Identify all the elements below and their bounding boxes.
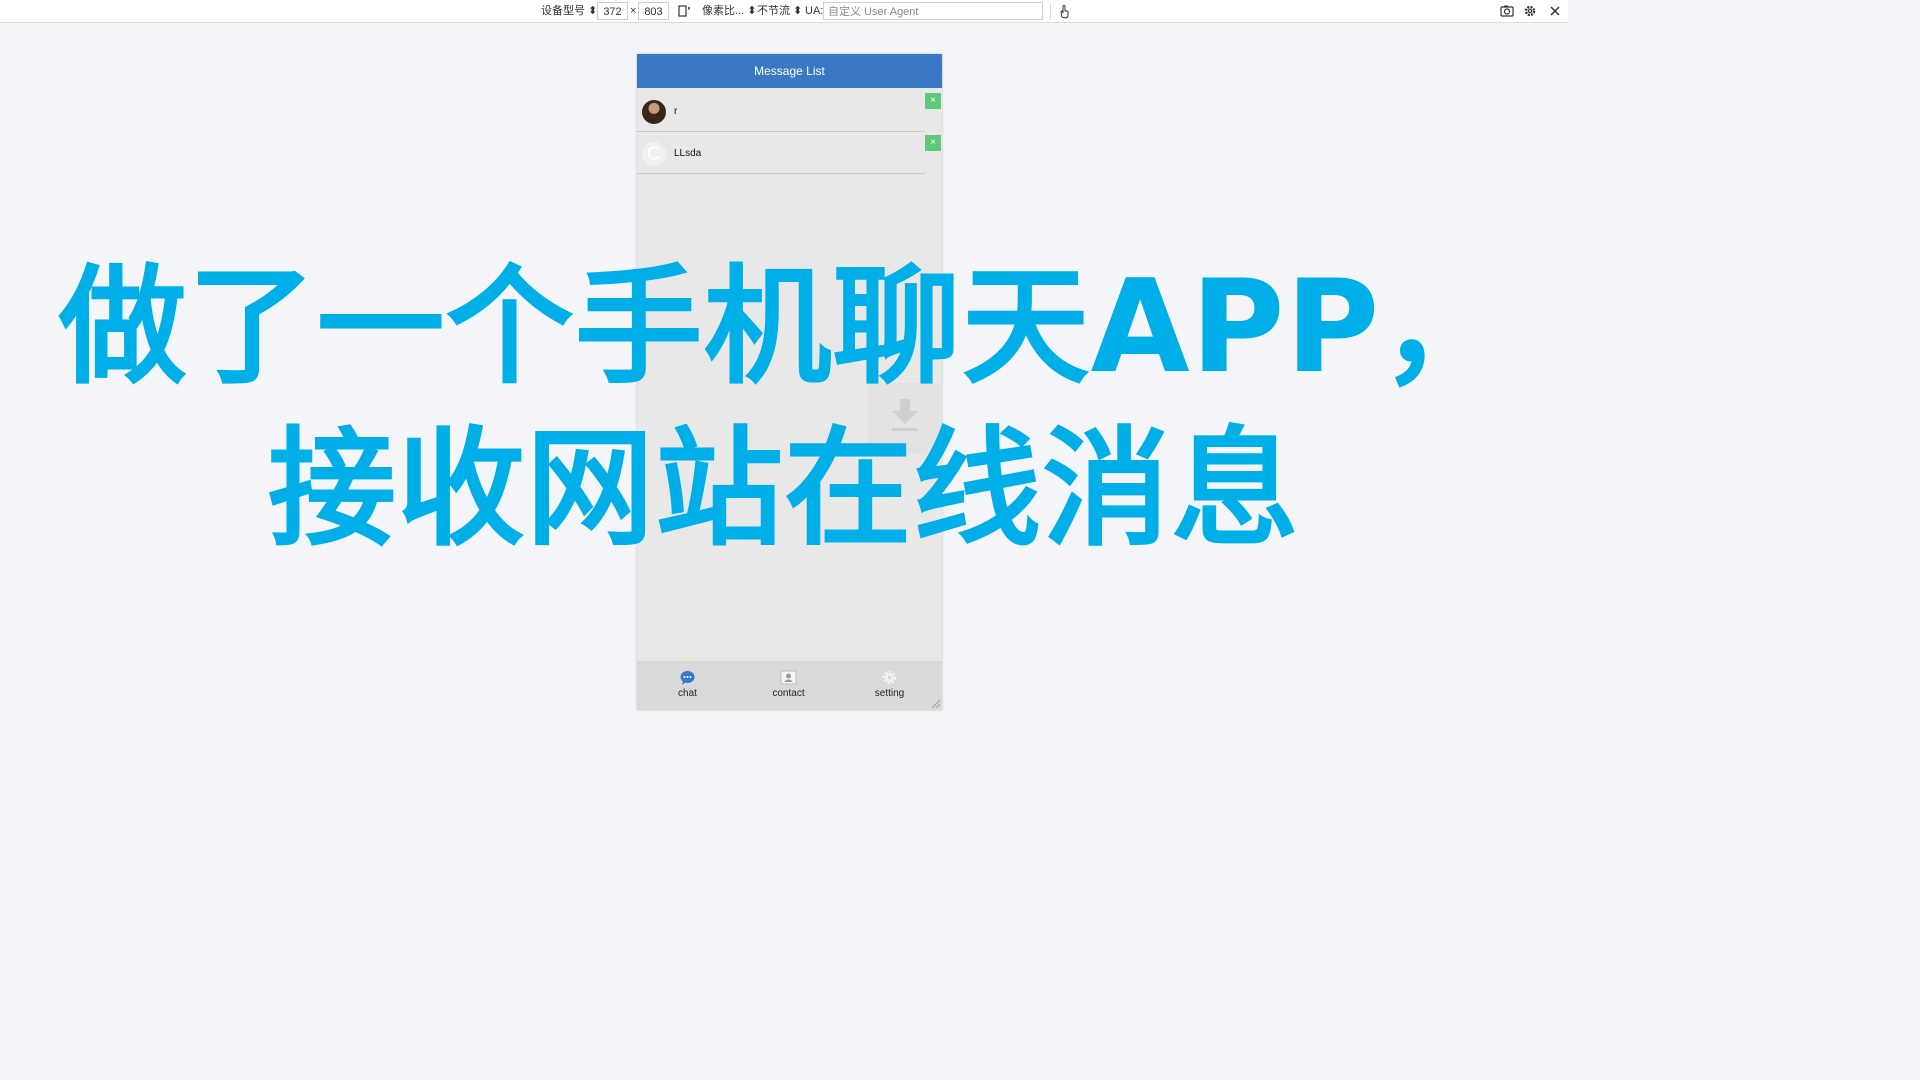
caption-line-2: 接收网站在线消息 bbox=[267, 415, 1300, 564]
dimension-separator: × bbox=[630, 5, 637, 17]
avatar: C bbox=[642, 142, 666, 166]
user-agent-input[interactable]: 自定义 User Agent bbox=[823, 2, 1043, 20]
message-name: r bbox=[674, 106, 678, 117]
pixel-ratio-select[interactable]: 像素比... ⬍ bbox=[702, 0, 756, 23]
avatar bbox=[642, 100, 666, 124]
tab-chat[interactable]: chat bbox=[637, 661, 738, 710]
page-title: Message List bbox=[637, 54, 942, 88]
message-item[interactable]: r bbox=[637, 91, 925, 132]
message-name: LLsda bbox=[674, 148, 702, 159]
resize-handle-icon[interactable] bbox=[932, 700, 940, 708]
caption-line-1: 做了一个手机聊天APP， bbox=[58, 253, 1510, 402]
gear-icon bbox=[882, 670, 897, 685]
close-icon[interactable] bbox=[1547, 3, 1563, 19]
tab-label: contact bbox=[772, 688, 805, 699]
delete-button[interactable]: × bbox=[925, 135, 941, 151]
tab-setting[interactable]: setting bbox=[839, 661, 940, 710]
chat-icon bbox=[680, 671, 695, 685]
tab-label: setting bbox=[874, 688, 905, 699]
devtools-toolbar: 设备型号 ⬍ 372 × 803 像素比... ⬍ 不节流 ⬍ UA: 自定义 … bbox=[0, 0, 1568, 23]
device-model-select[interactable]: 设备型号 ⬍ bbox=[541, 0, 597, 23]
throttle-select[interactable]: 不节流 ⬍ bbox=[757, 0, 802, 23]
delete-button[interactable]: × bbox=[925, 93, 941, 109]
rotate-icon[interactable] bbox=[676, 3, 692, 19]
touch-icon[interactable] bbox=[1056, 3, 1072, 19]
tab-contact[interactable]: contact bbox=[738, 661, 839, 710]
message-item[interactable]: C LLsda bbox=[637, 133, 925, 174]
screenshot-icon[interactable] bbox=[1499, 3, 1515, 19]
tab-bar: chat contact setting bbox=[637, 661, 942, 710]
settings-gear-icon[interactable] bbox=[1522, 3, 1538, 19]
ua-label: UA: bbox=[805, 5, 824, 17]
tab-label: chat bbox=[678, 688, 697, 699]
contact-icon bbox=[780, 670, 797, 685]
height-input[interactable]: 803 bbox=[638, 2, 669, 20]
toolbar-divider bbox=[1050, 3, 1051, 20]
width-input[interactable]: 372 bbox=[597, 2, 628, 20]
